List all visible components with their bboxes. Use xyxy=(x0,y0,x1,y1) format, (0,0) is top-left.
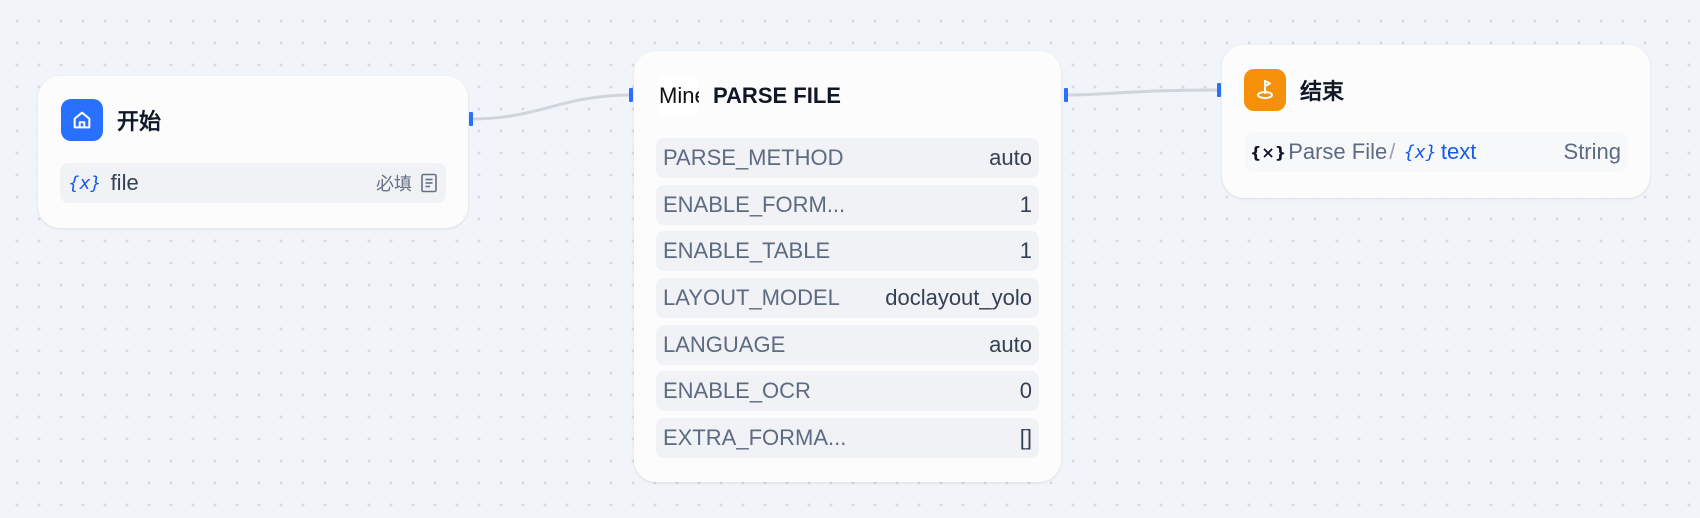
param-row[interactable]: LAYOUT_MODEL doclayout_yolo xyxy=(656,278,1039,318)
source-node-name: Parse File xyxy=(1288,139,1388,164)
output-variable-name: text xyxy=(1440,139,1477,164)
start-node-title: 开始 xyxy=(117,109,162,134)
document-icon xyxy=(420,173,438,193)
start-node[interactable]: 开始 {x} file 必填 xyxy=(38,76,468,228)
edge-start-to-parse[interactable] xyxy=(470,93,633,121)
end-node[interactable]: 结束 {×} Parse File / {x} text String xyxy=(1222,45,1650,198)
end-node-title: 结束 xyxy=(1300,79,1345,104)
param-row[interactable]: LANGUAGE auto xyxy=(656,325,1039,365)
param-key: PARSE_METHOD xyxy=(663,145,844,170)
end-flag-icon xyxy=(1244,69,1286,111)
parse-node-title: PARSE FILE xyxy=(713,83,841,108)
param-value: auto xyxy=(989,145,1032,170)
edge-parse-to-end[interactable] xyxy=(1066,88,1220,97)
param-key: EXTRA_FORMA... xyxy=(663,425,847,450)
parse-file-node[interactable]: Mineru PARSE FILE PARSE_METHOD auto ENAB… xyxy=(634,51,1061,482)
param-key: ENABLE_TABLE xyxy=(663,238,831,263)
workflow-canvas[interactable]: 开始 {x} file 必填 Mineru PARSE FILE xyxy=(0,0,1700,518)
param-row[interactable]: ENABLE_OCR 0 xyxy=(656,371,1039,411)
node-variable-icon: {×} xyxy=(1250,142,1287,162)
variable-icon: {x} xyxy=(1403,141,1437,163)
param-row[interactable]: ENABLE_TABLE 1 xyxy=(656,231,1039,271)
param-row[interactable]: EXTRA_FORMA... [] xyxy=(656,418,1039,458)
param-value: [] xyxy=(1019,425,1032,450)
output-type: String xyxy=(1563,139,1621,164)
variable-name: file xyxy=(110,170,139,195)
param-key: ENABLE_FORM... xyxy=(663,192,846,217)
param-value: 0 xyxy=(1019,378,1032,403)
variable-icon: {x} xyxy=(68,172,102,194)
start-output-handle[interactable] xyxy=(469,112,473,126)
end-input-handle[interactable] xyxy=(1217,83,1221,97)
parse-output-handle[interactable] xyxy=(1064,88,1068,102)
path-separator: / xyxy=(1389,139,1396,164)
param-key: ENABLE_OCR xyxy=(663,378,811,403)
start-node-header: 开始 xyxy=(61,99,161,141)
param-row[interactable]: ENABLE_FORM... 1 xyxy=(656,185,1039,225)
end-node-header: 结束 xyxy=(1244,69,1344,111)
parse-node-header: Mineru PARSE FILE xyxy=(657,75,841,117)
mineru-logo-icon: Mineru xyxy=(657,75,699,117)
param-value: auto xyxy=(989,332,1032,357)
param-key: LAYOUT_MODEL xyxy=(663,285,840,310)
end-output-variable[interactable]: {×} Parse File / {x} text String xyxy=(1245,132,1628,172)
param-row[interactable]: PARSE_METHOD auto xyxy=(656,138,1039,178)
required-label: 必填 xyxy=(376,174,412,195)
param-value: 1 xyxy=(1019,238,1032,263)
param-value: 1 xyxy=(1019,192,1032,217)
start-variable-file[interactable]: {x} file 必填 xyxy=(60,163,446,203)
param-value: doclayout_yolo xyxy=(885,285,1032,310)
parse-input-handle[interactable] xyxy=(629,88,633,102)
home-icon xyxy=(61,99,103,141)
param-key: LANGUAGE xyxy=(663,332,786,357)
